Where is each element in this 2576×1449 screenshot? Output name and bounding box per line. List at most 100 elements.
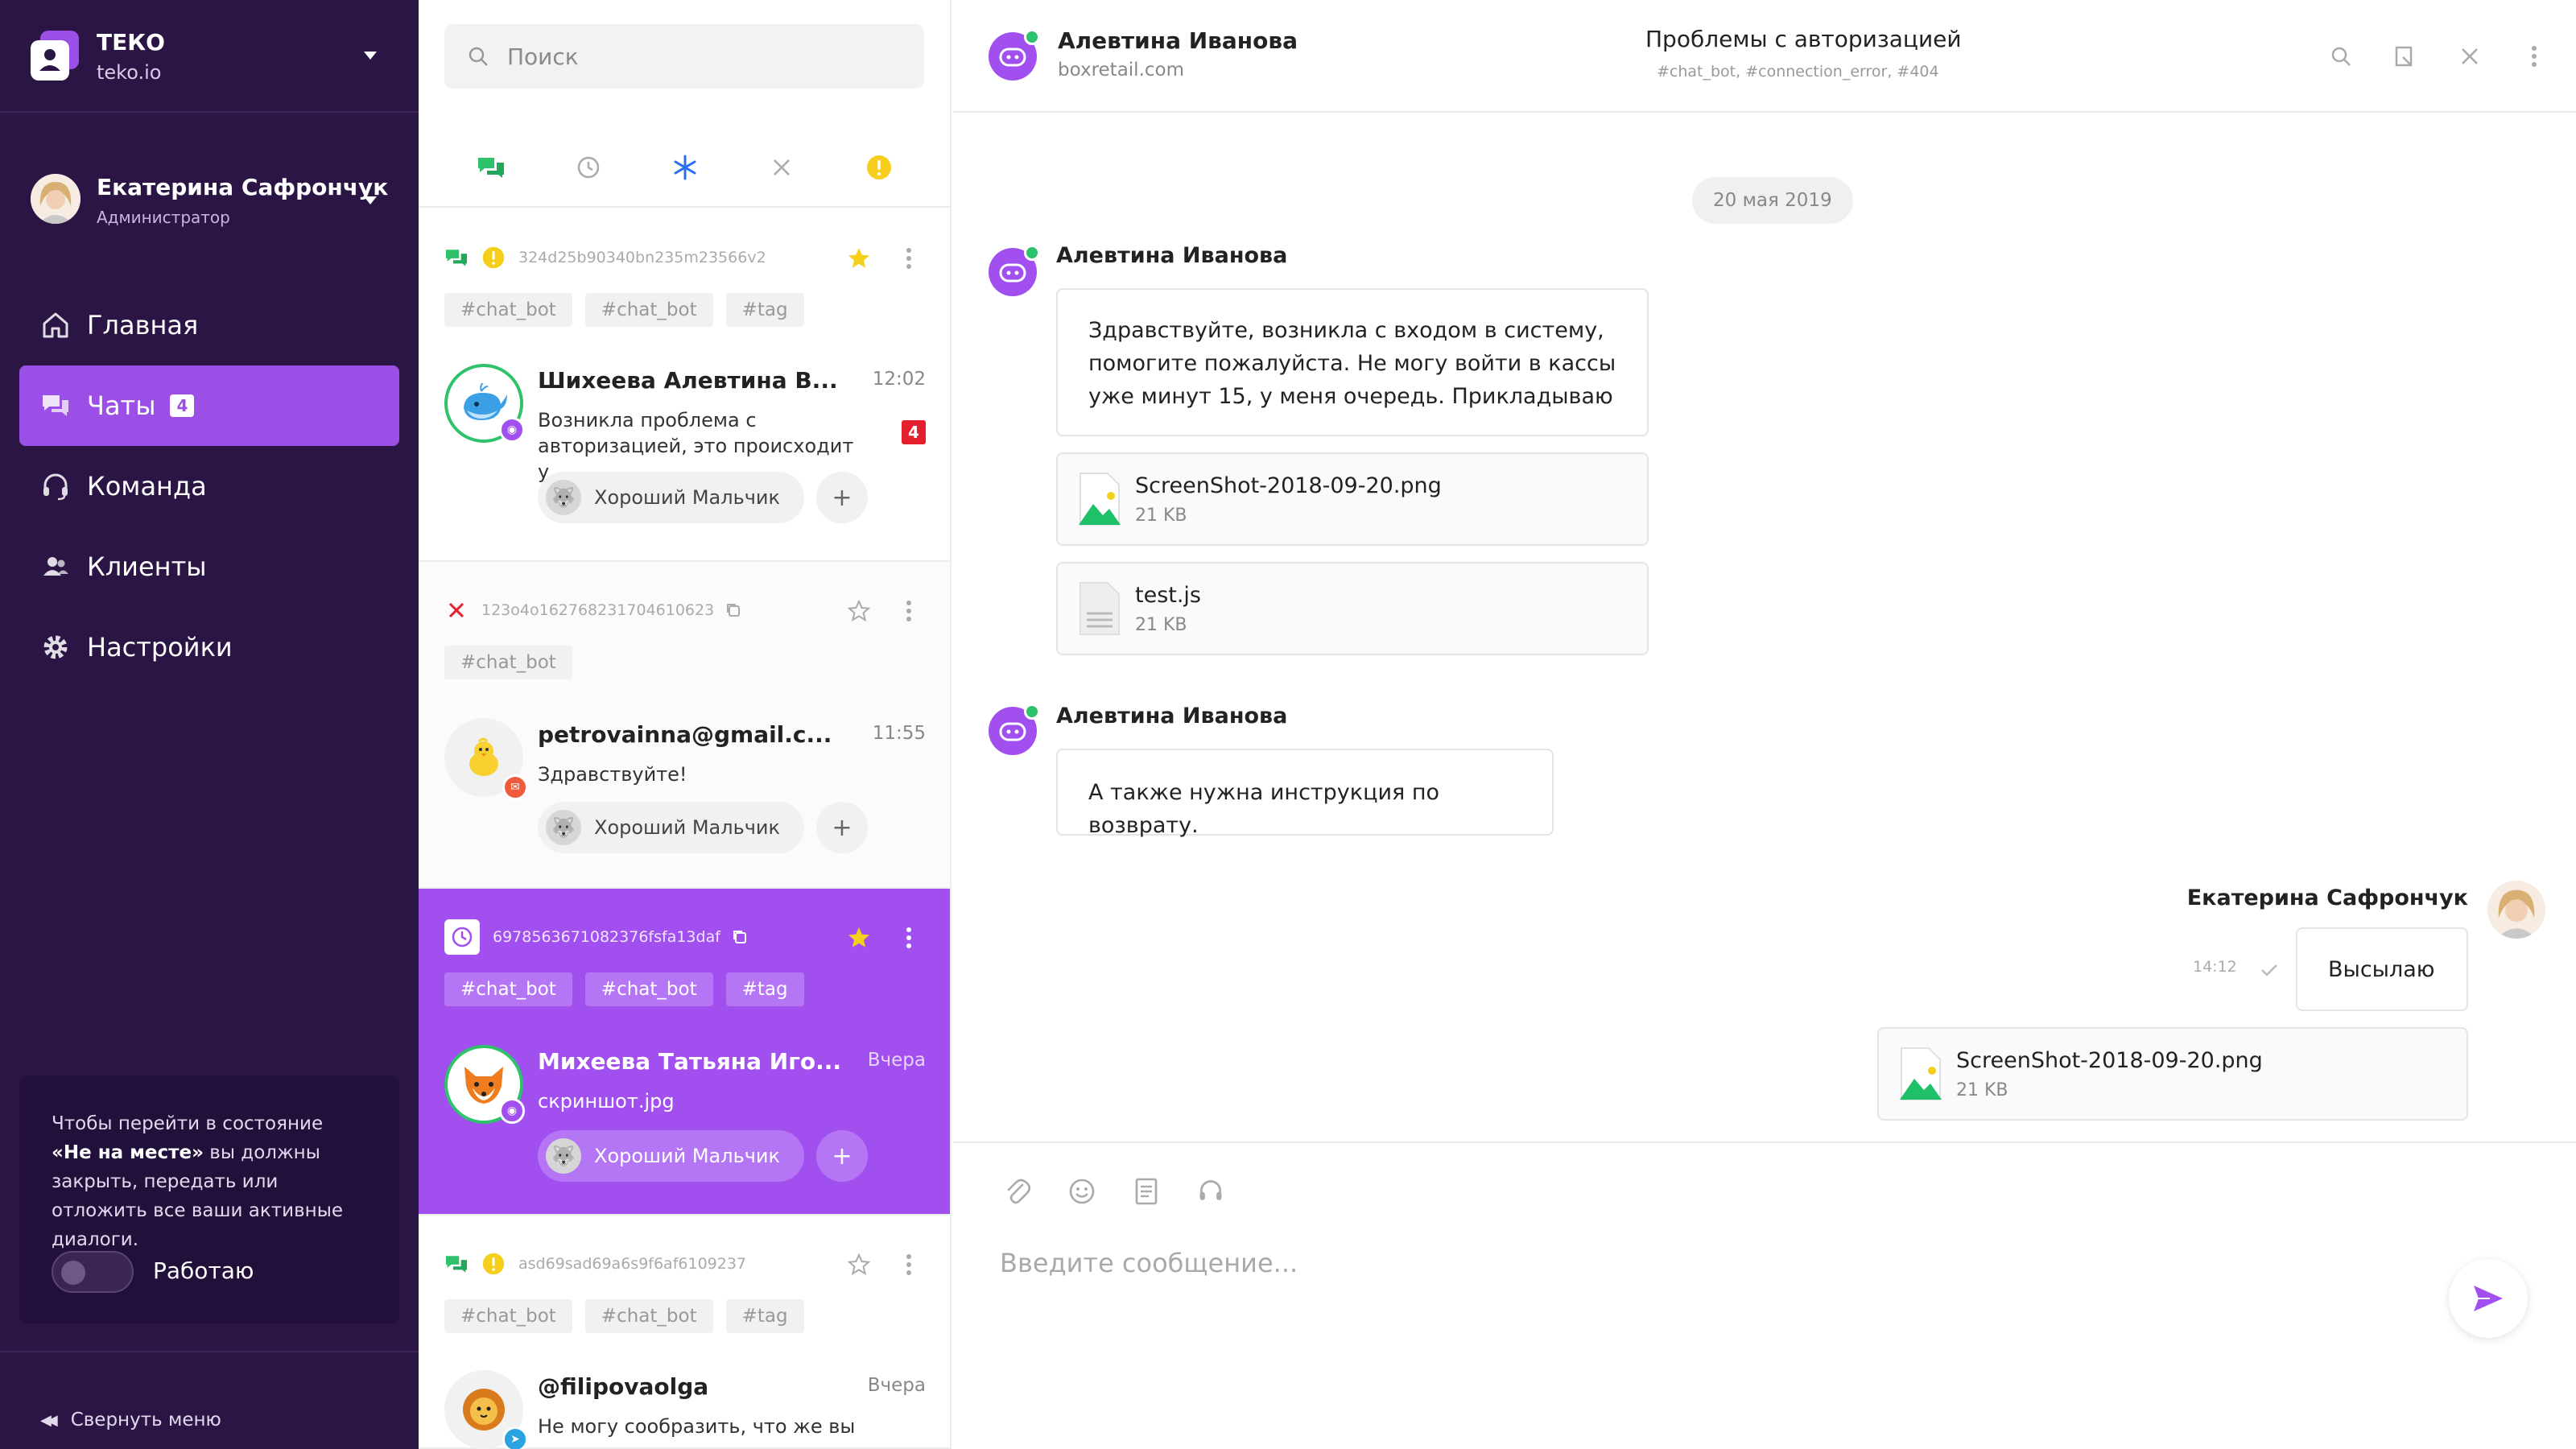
assignee-chip[interactable]: 🐺 Хороший Мальчик	[538, 802, 804, 853]
add-assignee-button[interactable]: +	[816, 472, 868, 523]
warning-icon	[482, 1253, 505, 1275]
avatar: ◉	[444, 1045, 525, 1124]
templates-button[interactable]	[1130, 1175, 1162, 1208]
tag[interactable]: #chat_bot	[444, 1299, 572, 1333]
star-icon	[848, 927, 869, 947]
contact-name: petrovainna@gmail.c...	[538, 721, 832, 748]
double-arrow-left-icon: ◀◀	[40, 1411, 58, 1429]
more-button[interactable]	[894, 243, 924, 274]
add-assignee-button[interactable]: +	[816, 802, 868, 853]
star-button[interactable]	[844, 1249, 874, 1280]
conversation-body: ◉ Шихеева Алевтина В... 12:02 Возникла п…	[444, 364, 926, 525]
message-bubble: Высылаю	[2296, 927, 2468, 1011]
snowflake-icon	[674, 155, 696, 180]
nav-label: Чаты	[87, 390, 156, 421]
nav-item-home[interactable]: Главная	[19, 285, 399, 365]
user-menu[interactable]: Екатерина Сафрончук Администратор	[0, 161, 419, 242]
collapse-menu-button[interactable]: ◀◀ Свернуть меню	[0, 1351, 419, 1449]
message-preview: скриншот.jpg	[538, 1090, 675, 1113]
more-button[interactable]	[894, 596, 924, 626]
tag[interactable]: #chat_bot	[444, 646, 572, 679]
tag[interactable]: #tag	[725, 1299, 804, 1333]
conversation-item[interactable]: 324d25b90340bn235m23566v2 #chat_bot #cha…	[419, 209, 950, 562]
last-message-time: 12:02	[872, 369, 926, 390]
conversation-id: 6978563671082376fsfa13daf	[493, 928, 720, 946]
more-button[interactable]	[894, 1249, 924, 1280]
image-file-icon	[1900, 1047, 1942, 1100]
tag-list: #chat_bot #chat_bot #tag	[444, 293, 804, 327]
tag-list: #chat_bot #chat_bot #tag	[444, 1299, 804, 1333]
unread-badge: 4	[902, 420, 926, 444]
conversation-item-selected[interactable]: 6978563671082376fsfa13daf #chat_bot #cha…	[419, 889, 950, 1216]
star-button[interactable]	[844, 243, 874, 274]
file-attachment[interactable]: ScreenShot-2018-09-20.png 21 KB	[1056, 452, 1649, 546]
avatar	[2487, 881, 2545, 939]
tag[interactable]: #chat_bot	[584, 1299, 713, 1333]
bot-avatar-icon	[989, 704, 1040, 755]
clients-icon	[43, 557, 68, 576]
conversation-item[interactable]: asd69sad69a6s9f6af6109237 #chat_bot #cha…	[419, 1216, 950, 1449]
conversation-body: ➤ @filipovaolga Вчера Не могу сообразить…	[444, 1370, 926, 1449]
bot-channel-icon: ◉	[499, 1098, 525, 1124]
copy-icon[interactable]	[732, 929, 748, 945]
bot-avatar-icon	[989, 29, 1040, 80]
nav-label: Главная	[87, 310, 199, 341]
conversation-item[interactable]: 123o4o162768231704610623 #chat_bot ✉ pet…	[419, 562, 950, 889]
star-button[interactable]	[844, 923, 874, 953]
nav-item-chats[interactable]: Чаты 4	[19, 365, 399, 446]
tag[interactable]: #chat_bot	[444, 293, 572, 327]
more-button[interactable]	[894, 923, 924, 953]
conversation-body: ◉ Михеева Татьяна Иго... Вчера скриншот.…	[444, 1045, 926, 1206]
nav-label: Клиенты	[87, 551, 207, 582]
org-switcher[interactable]: ТЕКО teko.io	[0, 0, 419, 113]
emoji-button[interactable]	[1066, 1175, 1098, 1208]
filter-closed[interactable]	[766, 151, 798, 184]
more-button[interactable]	[2516, 39, 2552, 74]
send-button[interactable]	[2449, 1259, 2528, 1338]
message-input[interactable]	[1000, 1248, 2288, 1312]
search-box[interactable]	[444, 24, 924, 89]
nav-item-settings[interactable]: Настройки	[19, 607, 399, 687]
assignee-chip[interactable]: 🐺 Хороший Мальчик	[538, 1130, 804, 1182]
file-attachment[interactable]: test.js 21 KB	[1056, 562, 1649, 655]
assignee-avatar: 🐺	[546, 480, 581, 515]
star-button[interactable]	[844, 596, 874, 626]
chevron-down-icon[interactable]	[364, 196, 377, 204]
filter-postponed[interactable]	[572, 151, 605, 184]
contact-name: @filipovaolga	[538, 1373, 709, 1400]
tag[interactable]: #tag	[725, 293, 804, 327]
add-assignee-button[interactable]: +	[816, 1130, 868, 1182]
tag[interactable]: #chat_bot	[584, 972, 713, 1006]
assignee-chip[interactable]: 🐺 Хороший Мальчик	[538, 472, 804, 523]
message-author: Алевтина Иванова	[1056, 704, 1288, 729]
chevron-down-icon[interactable]	[364, 52, 377, 60]
whale-avatar-icon	[464, 383, 507, 420]
user-name: Екатерина Сафрончук	[97, 174, 389, 200]
search-input[interactable]	[507, 43, 894, 70]
tag[interactable]: #tag	[725, 972, 804, 1006]
filter-frozen[interactable]	[669, 151, 701, 184]
image-file-icon	[1079, 473, 1121, 526]
tag[interactable]: #chat_bot	[584, 293, 713, 327]
composer-toolbar	[1001, 1175, 1259, 1208]
close-chat-button[interactable]	[2452, 39, 2487, 74]
star-outline-icon	[847, 1253, 871, 1276]
support-button[interactable]	[1195, 1175, 1227, 1208]
transfer-button[interactable]	[2388, 39, 2423, 74]
filter-active-chats[interactable]	[475, 151, 507, 184]
search-button[interactable]	[2323, 39, 2359, 74]
last-message-time: Вчера	[867, 1375, 926, 1396]
filter-urgent[interactable]	[863, 151, 895, 184]
nav-item-team[interactable]: Команда	[19, 446, 399, 526]
header-actions	[2294, 39, 2552, 74]
chat-panel: Алевтина Иванова boxretail.com Проблемы …	[953, 0, 2576, 1449]
filter-tabs	[419, 129, 950, 208]
attach-button[interactable]	[1001, 1175, 1034, 1208]
file-attachment[interactable]: ScreenShot-2018-09-20.png 21 KB	[1877, 1027, 2468, 1121]
copy-icon[interactable]	[725, 602, 741, 618]
nav-item-clients[interactable]: Клиенты	[19, 526, 399, 607]
tag[interactable]: #chat_bot	[444, 972, 572, 1006]
more-vertical-icon	[906, 1254, 911, 1275]
warning-icon	[866, 155, 891, 180]
work-status-toggle[interactable]	[52, 1251, 134, 1293]
